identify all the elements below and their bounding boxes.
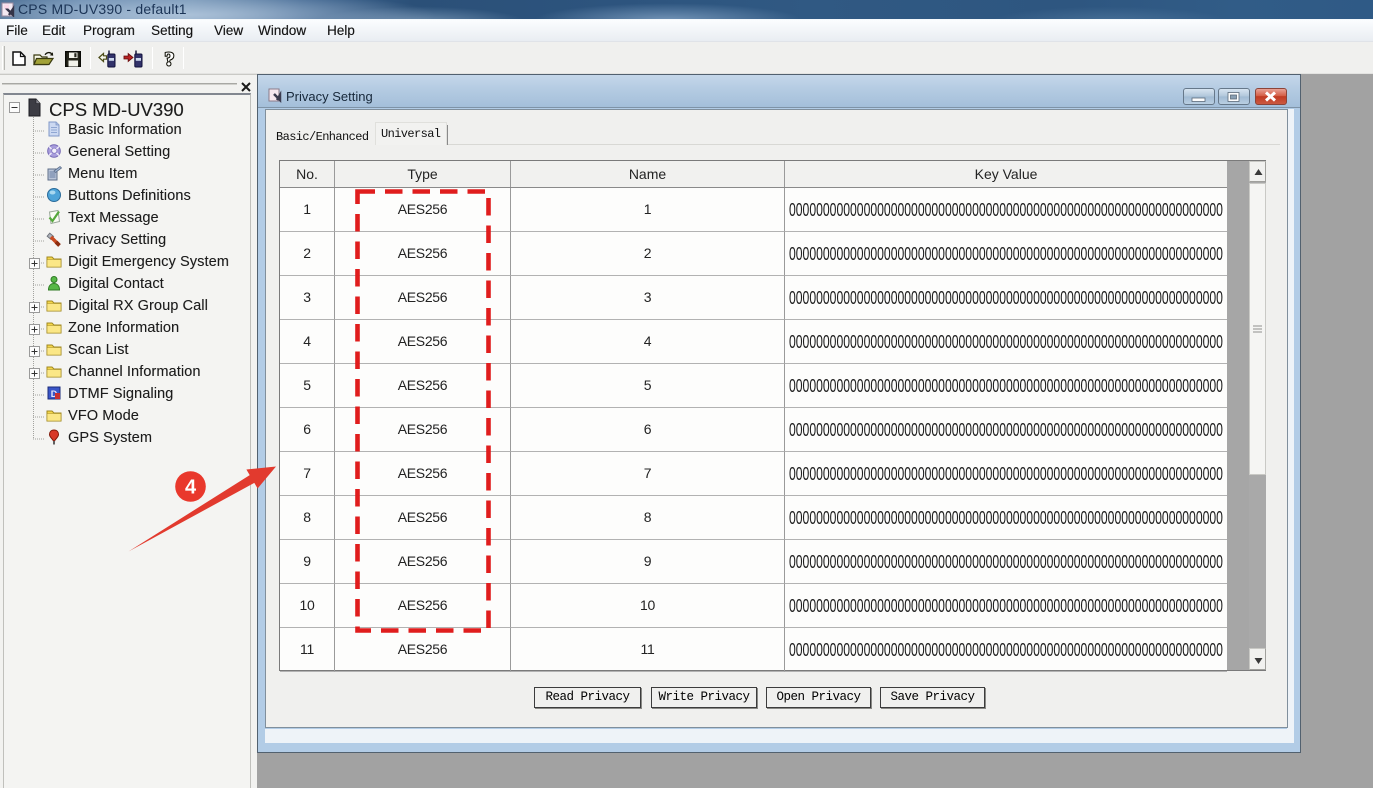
svg-text:?: ? [165, 49, 175, 70]
